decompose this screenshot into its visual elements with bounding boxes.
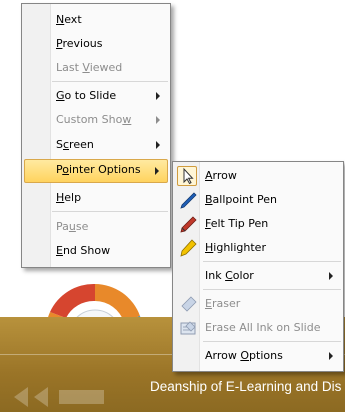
submenu-item-label: Arrow Options	[205, 349, 283, 362]
submenu-item-label: Eraser	[205, 297, 241, 310]
menu-item-last-viewed[interactable]: Last Viewed	[24, 57, 168, 79]
menu-item-pointer-options[interactable]: Pointer Options	[24, 159, 168, 183]
menu-item-label: Pause	[56, 220, 89, 233]
menu-item-label: Previous	[56, 37, 103, 50]
menu-item-label: Next	[56, 13, 82, 26]
menu-item-label: Help	[56, 191, 82, 204]
menu-item-label: Pointer Options	[56, 163, 141, 176]
submenu-item-ballpoint-pen[interactable]: Ballpoint Pen	[175, 189, 341, 211]
menu-separator	[52, 211, 168, 212]
menu-item-help[interactable]: Help	[24, 187, 168, 209]
submenu-item-highlighter[interactable]: Highlighter	[175, 237, 341, 259]
menu-separator	[203, 341, 341, 342]
decorative-arrows	[14, 387, 104, 407]
menu-separator	[203, 261, 341, 262]
submenu-item-label: Arrow	[205, 169, 237, 182]
submenu-item-ink-color[interactable]: Ink Color	[175, 265, 341, 287]
felt-tip-pen-icon	[180, 216, 197, 233]
arrow-cursor-icon	[183, 167, 194, 185]
submenu-item-label: Erase All Ink on Slide	[205, 321, 321, 334]
menu-item-custom-show[interactable]: Custom Show	[24, 109, 168, 131]
menu-item-pause[interactable]: Pause	[24, 216, 168, 238]
menu-separator	[52, 81, 168, 82]
menu-item-label: Screen	[56, 138, 94, 151]
submenu-item-label: Highlighter	[205, 241, 266, 254]
menu-item-screen[interactable]: Screen	[24, 134, 168, 156]
ballpoint-pen-icon	[180, 192, 197, 209]
submenu-item-label: Ballpoint Pen	[205, 193, 277, 206]
erase-all-ink-icon	[180, 321, 196, 335]
menu-item-label: Last Viewed	[56, 61, 123, 74]
menu-item-end-show[interactable]: End Show	[24, 240, 168, 262]
submenu-item-label: Felt Tip Pen	[205, 217, 269, 230]
submenu-arrow-icon	[155, 167, 159, 175]
submenu-arrow-icon	[329, 352, 333, 360]
highlighter-icon	[180, 239, 197, 257]
menu-item-go-to-slide[interactable]: Go to Slide	[24, 85, 168, 107]
menu-item-label: Custom Show	[56, 113, 132, 126]
submenu-item-erase-all-ink[interactable]: Erase All Ink on Slide	[175, 317, 341, 339]
submenu-item-eraser[interactable]: Eraser	[175, 293, 341, 315]
submenu-item-label: Ink Color	[205, 269, 254, 282]
menu-item-label: End Show	[56, 244, 111, 257]
menu-item-next[interactable]: Next	[24, 9, 168, 31]
eraser-icon	[181, 296, 197, 312]
submenu-arrow-icon	[156, 116, 160, 124]
submenu-item-felt-tip-pen[interactable]: Felt Tip Pen	[175, 213, 341, 235]
submenu-item-arrow[interactable]: Arrow	[175, 165, 341, 187]
menu-separator	[203, 289, 341, 290]
submenu-arrow-icon	[156, 92, 160, 100]
menu-item-label: Go to Slide	[56, 89, 117, 102]
submenu-item-arrow-options[interactable]: Arrow Options	[175, 345, 341, 367]
menu-item-previous[interactable]: Previous	[24, 33, 168, 55]
pointer-options-submenu: Arrow Ballpoint Pen Felt Tip Pen Highlig…	[172, 161, 344, 372]
submenu-arrow-icon	[329, 272, 333, 280]
submenu-arrow-icon	[156, 141, 160, 149]
footer-text: Deanship of E-Learning and Dis	[150, 379, 342, 394]
slideshow-context-menu: Next Previous Last Viewed Go to Slide Cu…	[21, 3, 171, 268]
